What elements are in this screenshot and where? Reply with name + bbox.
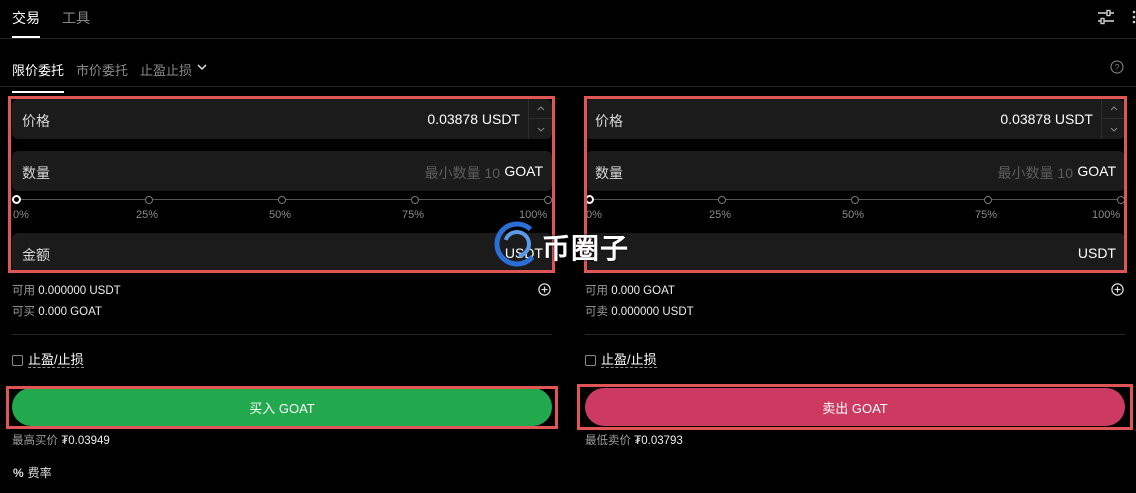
available-value: 0.000 GOAT (611, 285, 675, 297)
buy-price-label: 价格 (22, 113, 50, 129)
price-decrease-button[interactable] (1102, 119, 1126, 139)
watermark-text: 币圈子 (542, 232, 630, 265)
add-circle-icon[interactable] (1111, 283, 1124, 296)
add-circle-icon[interactable] (538, 283, 551, 296)
top-nav: 交易 工具 (0, 0, 1136, 39)
slider-tick[interactable] (145, 196, 153, 204)
sell-available-line: 可用 0.000 GOAT (585, 282, 675, 298)
buy-price-stepper[interactable] (528, 99, 553, 139)
watermark-logo-icon (494, 221, 540, 267)
buy-max-line: 可买 0.000 GOAT (12, 303, 102, 319)
chevron-up-icon (537, 106, 545, 111)
chevron-down-icon (537, 127, 545, 132)
buy-amount-field[interactable]: 金额 USDT (12, 233, 552, 273)
price-increase-button[interactable] (1102, 99, 1126, 119)
sell-price-input[interactable]: 0.03878 (1000, 111, 1051, 127)
best-bid-label: 最高买价 (12, 435, 58, 447)
price-increase-button[interactable] (529, 99, 553, 119)
divider (585, 334, 1125, 335)
svg-text:?: ? (1114, 62, 1119, 72)
divider (12, 334, 552, 335)
best-bid-value: ₮0.03949 (61, 435, 110, 447)
tab-trade[interactable]: 交易 (12, 8, 40, 38)
can-buy-value: 0.000 GOAT (38, 306, 102, 318)
percent-icon: % (13, 466, 24, 480)
can-sell-value: 0.000000 USDT (611, 306, 694, 318)
tpsl-label: 止盈/止损 (28, 352, 84, 368)
slider-label: 75% (975, 209, 998, 221)
sliders-icon[interactable] (1097, 9, 1115, 25)
available-value: 0.000000 USDT (38, 285, 121, 297)
slider-label: 75% (402, 209, 425, 221)
sell-quantity-unit: GOAT (1077, 163, 1116, 179)
slider-tick[interactable] (851, 196, 859, 204)
buy-available-line: 可用 0.000000 USDT (12, 282, 121, 298)
slider-label: 25% (136, 209, 159, 221)
tab-market-order[interactable]: 市价委托 (76, 60, 128, 79)
sell-max-line: 可卖 0.000000 USDT (585, 303, 694, 319)
buy-price-input[interactable]: 0.03878 (427, 111, 478, 127)
can-sell-label: 可卖 (585, 306, 608, 318)
buy-best-price-line: 最高买价 ₮0.03949 (12, 432, 110, 448)
slider-handle[interactable] (585, 195, 594, 204)
sell-button[interactable]: 卖出 GOAT (585, 388, 1125, 426)
tpsl-checkbox[interactable] (585, 355, 596, 366)
buy-quantity-field[interactable]: 数量 最小数量 10 GOAT (12, 151, 552, 191)
sell-price-field[interactable]: 价格 0.03878 USDT (585, 99, 1126, 139)
chevron-down-icon (1110, 127, 1118, 132)
slider-label: 50% (269, 209, 292, 221)
slider-tick[interactable] (411, 196, 419, 204)
buy-quantity-label: 数量 (22, 165, 50, 181)
order-type-tabs: 限价委托 市价委托 止盈止损 ? (0, 39, 1136, 93)
sell-price-unit: USDT (1054, 111, 1093, 127)
sell-amount-unit: USDT (1077, 245, 1116, 261)
buy-amount-label: 金额 (22, 247, 50, 263)
sell-quantity-field[interactable]: 数量 最小数量 10 GOAT (585, 151, 1125, 191)
available-label: 可用 (12, 285, 35, 297)
more-icon[interactable] (1130, 9, 1136, 25)
tab-tools[interactable]: 工具 (62, 8, 90, 28)
sell-amount-field[interactable]: USDT (585, 233, 1125, 273)
slider-label: 25% (709, 209, 732, 221)
buy-price-field[interactable]: 价格 0.03878 USDT (12, 99, 553, 139)
slider-tick[interactable] (1117, 196, 1125, 204)
fee-rate-label: 费率 (27, 466, 52, 480)
sell-best-price-line: 最低卖价 ₮0.03793 (585, 432, 683, 448)
slider-label: 50% (842, 209, 865, 221)
chevron-down-icon[interactable] (197, 63, 207, 71)
best-ask-value: ₮0.03793 (634, 435, 683, 447)
slider-tick[interactable] (278, 196, 286, 204)
help-circle-icon[interactable]: ? (1110, 60, 1124, 74)
slider-tick[interactable] (544, 196, 552, 204)
tpsl-label: 止盈/止损 (601, 352, 657, 368)
buy-quantity-input[interactable]: 最小数量 10 (425, 163, 500, 183)
slider-tick[interactable] (718, 196, 726, 204)
sell-panel: 价格 0.03878 USDT 数量 最小数量 10 GOAT 0% 25% 5… (573, 87, 1126, 493)
can-buy-label: 可买 (12, 306, 35, 318)
sell-price-stepper[interactable] (1101, 99, 1126, 139)
chevron-up-icon (1110, 106, 1118, 111)
slider-label: 0% (13, 209, 29, 221)
slider-handle[interactable] (12, 195, 21, 204)
fee-rate-link[interactable]: % 费率 (13, 464, 52, 481)
best-ask-label: 最低卖价 (585, 435, 631, 447)
watermark: 币圈子 (494, 219, 644, 269)
available-label: 可用 (585, 285, 608, 297)
sell-quantity-label: 数量 (595, 165, 623, 181)
price-decrease-button[interactable] (529, 119, 553, 139)
buy-price-unit: USDT (481, 111, 520, 127)
sell-price-label: 价格 (595, 113, 623, 129)
buy-panel: 价格 0.03878 USDT 数量 最小数量 10 GOAT 0% 25% 5… (0, 87, 553, 493)
tab-limit-order[interactable]: 限价委托 (12, 60, 65, 93)
sell-quantity-input[interactable]: 最小数量 10 (998, 163, 1073, 183)
slider-tick[interactable] (984, 196, 992, 204)
tab-tp-sl[interactable]: 止盈止损 (140, 60, 192, 79)
tpsl-checkbox[interactable] (12, 355, 23, 366)
slider-label: 100% (1092, 209, 1121, 221)
buy-button[interactable]: 买入 GOAT (12, 388, 552, 426)
buy-quantity-unit: GOAT (504, 163, 543, 179)
